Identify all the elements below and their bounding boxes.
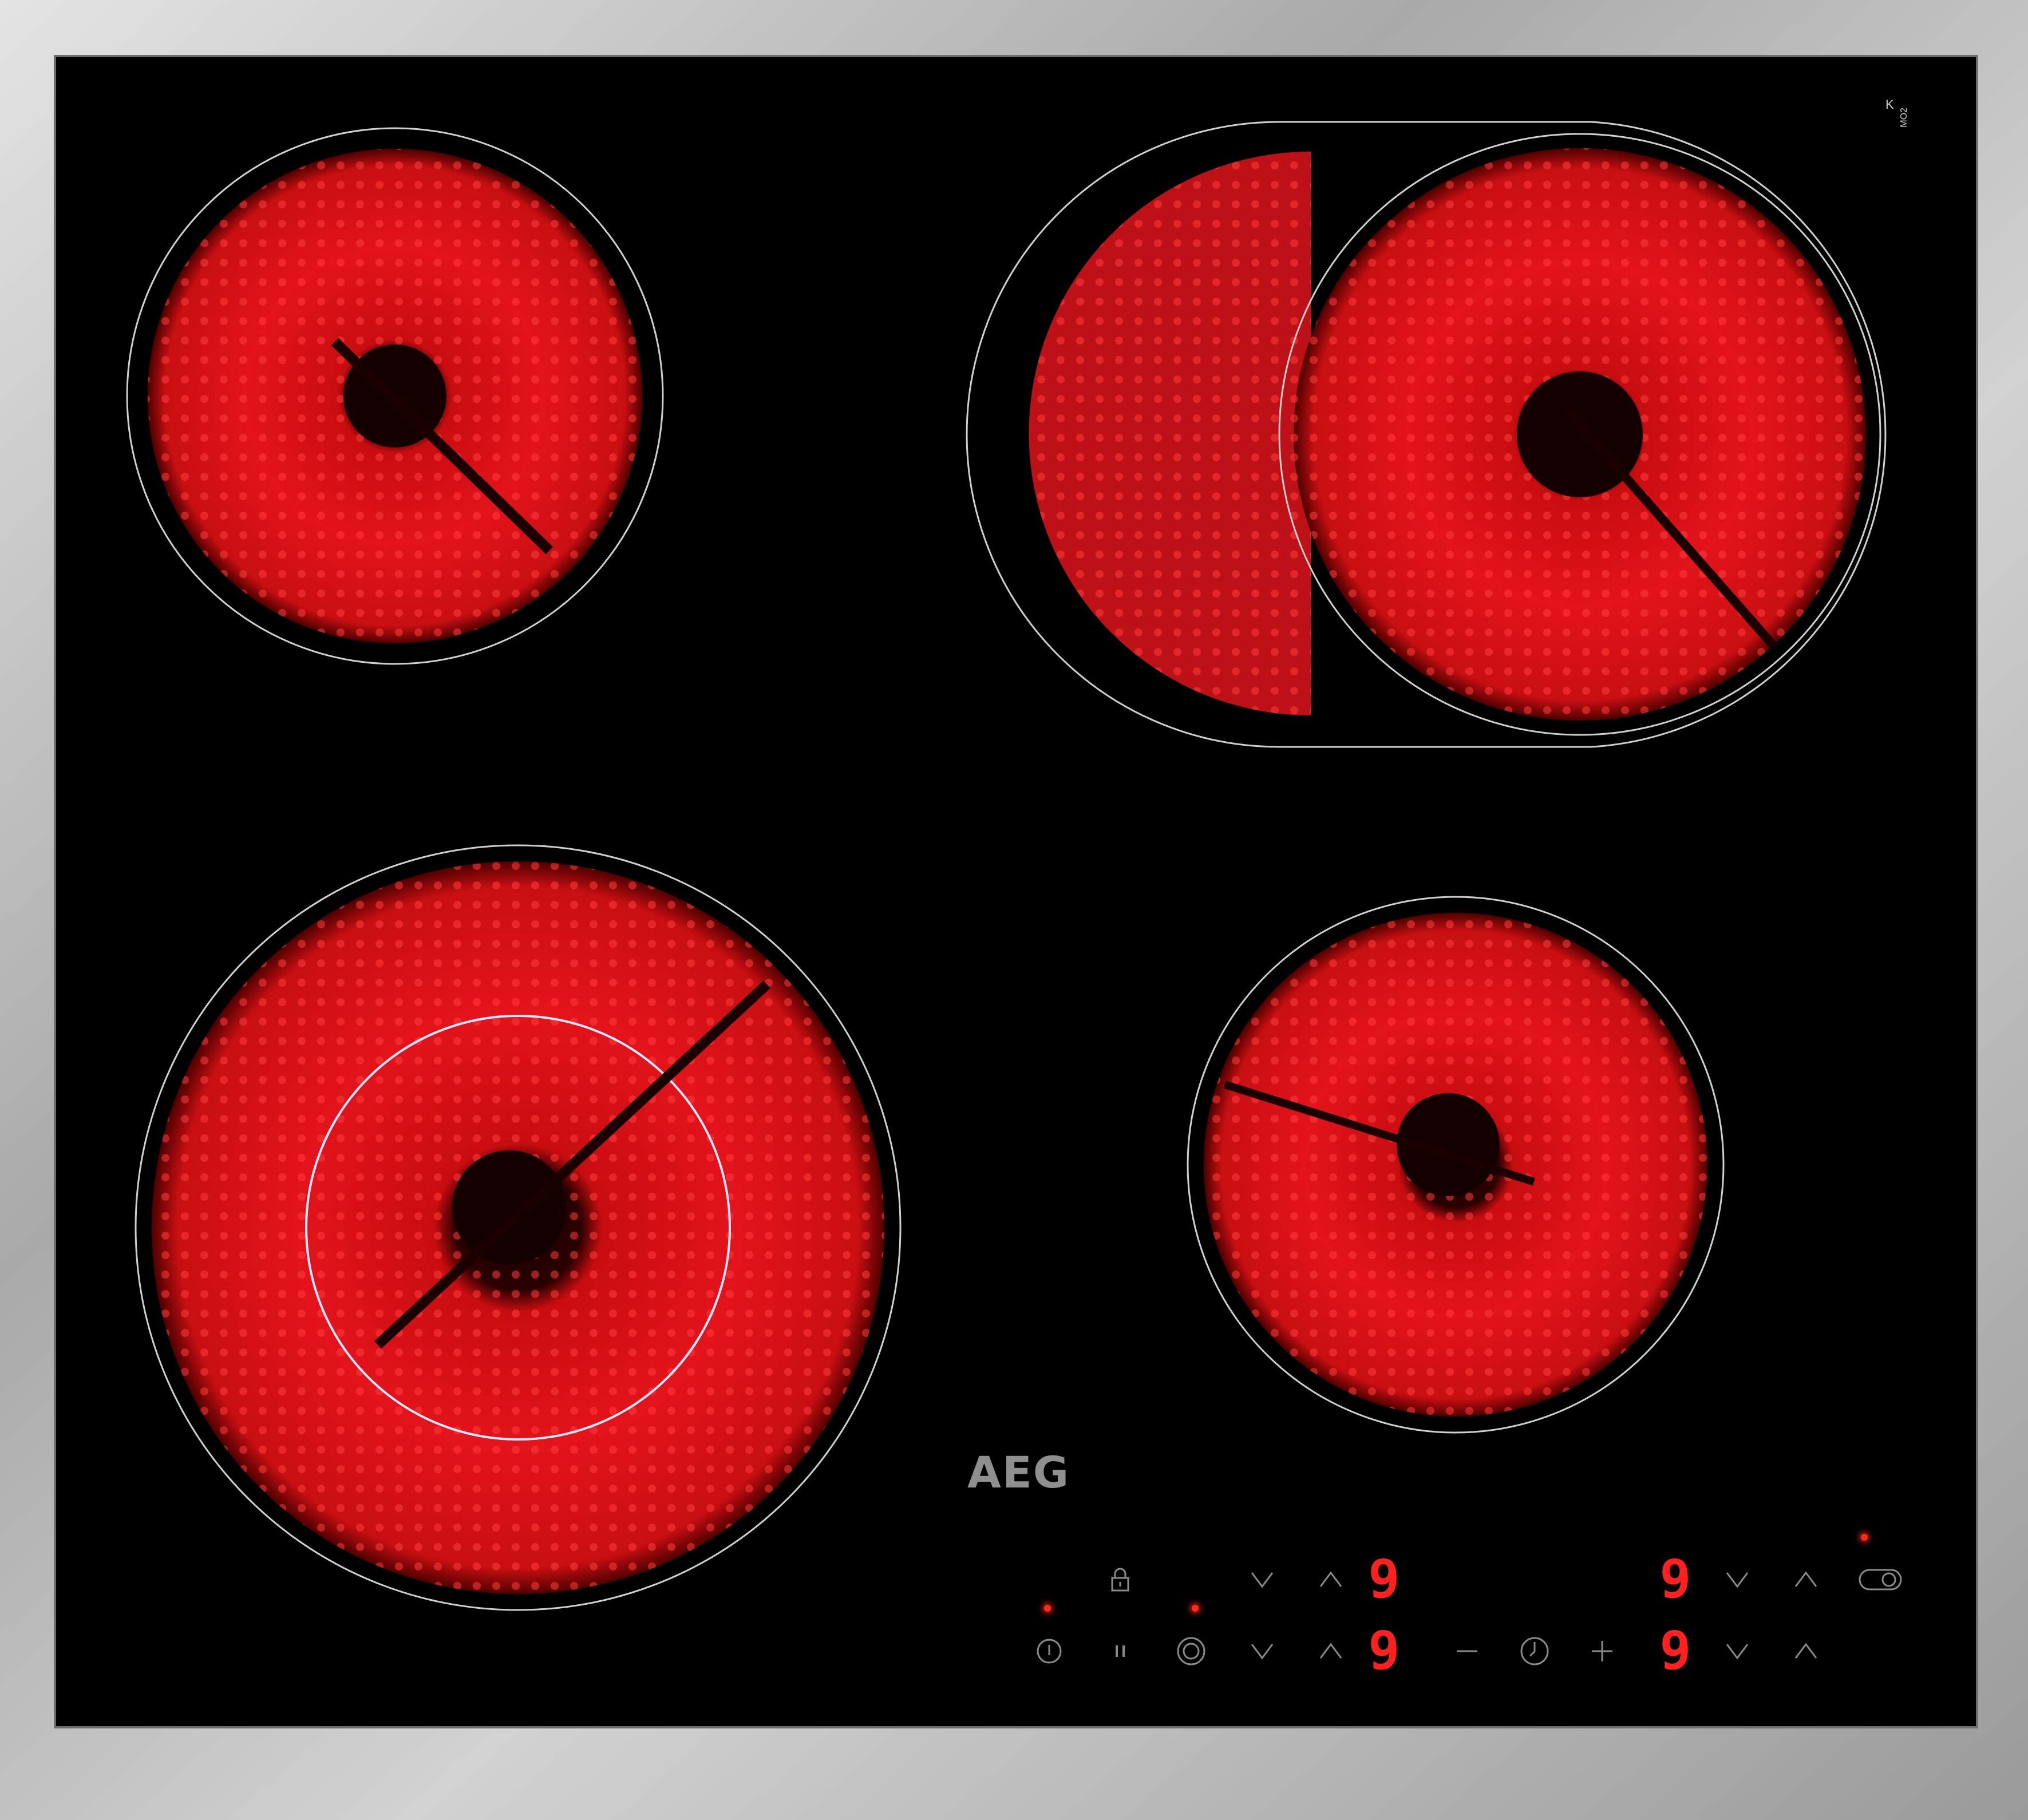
chevron-down-icon bbox=[1726, 1644, 1749, 1660]
chevron-up-icon bbox=[1319, 1643, 1342, 1659]
front-right-up-button[interactable] bbox=[1786, 1631, 1826, 1671]
chevron-down-icon bbox=[1251, 1644, 1274, 1660]
rear-left-up-button[interactable] bbox=[1311, 1560, 1351, 1600]
cooktop-surface bbox=[0, 0, 2028, 1820]
dual-zone-icon bbox=[1859, 1569, 1902, 1590]
cooktop: AEG K MO2 9 9 9 9 bbox=[0, 0, 2028, 1820]
rear-right-display: 9 bbox=[1659, 1549, 1691, 1610]
timer-plus-button[interactable] bbox=[1582, 1631, 1622, 1671]
timer-minus-button[interactable] bbox=[1447, 1631, 1487, 1671]
minus-icon bbox=[1457, 1650, 1477, 1652]
power-icon bbox=[1037, 1639, 1062, 1664]
brand-logo: AEG bbox=[967, 1447, 1070, 1498]
rear-left-display: 9 bbox=[1368, 1549, 1400, 1610]
dual-zone-led bbox=[1861, 1534, 1868, 1541]
timer-button[interactable] bbox=[1515, 1631, 1555, 1671]
power-button[interactable] bbox=[1029, 1631, 1069, 1671]
lock-icon bbox=[1111, 1568, 1129, 1592]
front-right-display: 9 bbox=[1659, 1620, 1691, 1681]
lock-button[interactable] bbox=[1100, 1560, 1140, 1600]
bridge-zone-icon bbox=[1177, 1637, 1205, 1665]
bridge-zone-button[interactable] bbox=[1171, 1631, 1211, 1671]
glass-mark-k: K bbox=[1885, 97, 1894, 112]
chevron-down-icon bbox=[1251, 1572, 1274, 1588]
chevron-up-icon bbox=[1794, 1571, 1817, 1587]
glass-mark-code: MO2 bbox=[1899, 108, 1909, 128]
plus-icon bbox=[1592, 1641, 1612, 1661]
rear-left-down-button[interactable] bbox=[1242, 1560, 1282, 1600]
glass-mark: K MO2 bbox=[1884, 97, 1913, 137]
front-left-up-button[interactable] bbox=[1311, 1631, 1351, 1671]
chevron-down-icon bbox=[1726, 1572, 1749, 1588]
pause-button[interactable] bbox=[1100, 1631, 1140, 1671]
rear-right-up-button[interactable] bbox=[1786, 1560, 1826, 1600]
front-left-down-button[interactable] bbox=[1242, 1631, 1282, 1671]
front-right-down-button[interactable] bbox=[1717, 1631, 1757, 1671]
pause-icon bbox=[1116, 1645, 1125, 1657]
power-led bbox=[1044, 1605, 1051, 1612]
chevron-up-icon bbox=[1319, 1571, 1342, 1587]
rear-right-down-button[interactable] bbox=[1717, 1560, 1757, 1600]
dual-zone-button[interactable] bbox=[1855, 1560, 1906, 1600]
chevron-up-icon bbox=[1794, 1643, 1817, 1659]
front-left-display: 9 bbox=[1368, 1620, 1400, 1681]
clock-icon bbox=[1520, 1637, 1549, 1665]
bridge-led bbox=[1192, 1605, 1199, 1612]
